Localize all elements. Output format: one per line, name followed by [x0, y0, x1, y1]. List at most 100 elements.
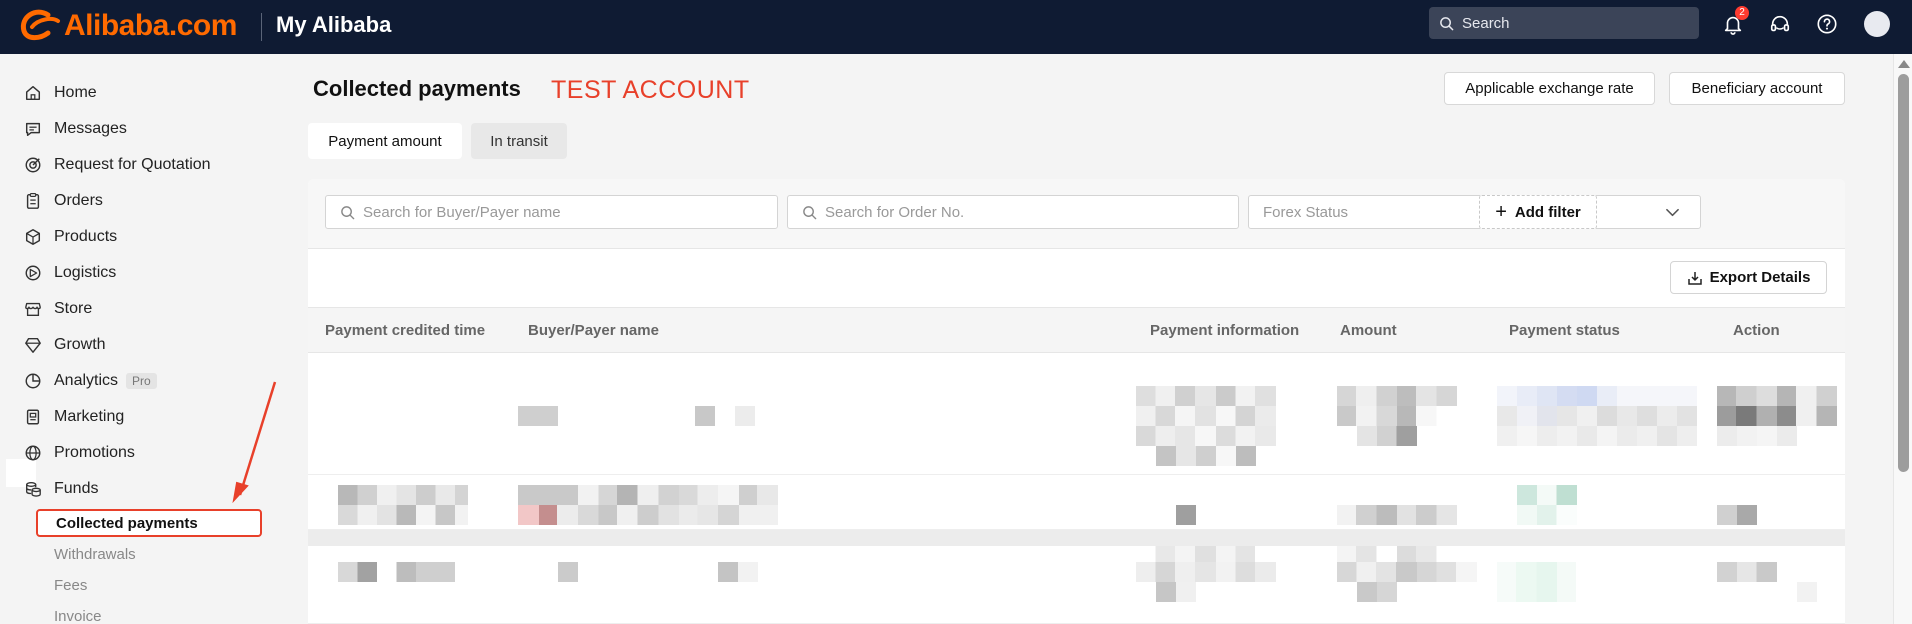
- redacted-block: [1717, 406, 1837, 426]
- redacted-block: [1717, 562, 1777, 582]
- header-divider: [261, 13, 262, 41]
- redacted-block: [338, 505, 468, 525]
- redacted-block: [518, 406, 558, 426]
- beneficiary-account-button[interactable]: Beneficiary account: [1669, 72, 1845, 105]
- redacted-block: [1136, 546, 1276, 562]
- my-alibaba-title[interactable]: My Alibaba: [276, 12, 391, 38]
- redacted-block: [1337, 546, 1457, 562]
- forex-status-select[interactable]: Forex Status: [1248, 195, 1701, 229]
- redacted-block: [518, 485, 778, 505]
- clipboard-icon: [26, 192, 40, 209]
- redacted-block: [1136, 562, 1276, 582]
- redacted-block: [1497, 426, 1697, 446]
- redacted-block: [1497, 406, 1697, 426]
- sidebar-item-label: Home: [54, 84, 97, 101]
- scroll-thumb[interactable]: [1898, 74, 1909, 472]
- sidebar-subitem-collected-payments[interactable]: Collected payments: [36, 509, 262, 537]
- redacted-block: [1717, 505, 1757, 525]
- sidebar-item-rfq[interactable]: Request for Quotation: [24, 147, 254, 183]
- sidebar-item-products[interactable]: Products: [24, 219, 254, 255]
- sidebar-subitem-fees[interactable]: Fees: [54, 571, 87, 599]
- redacted-block: [518, 505, 778, 525]
- search-icon: [1440, 16, 1454, 30]
- sidebar-item-funds[interactable]: Funds: [24, 471, 254, 507]
- sidebar-item-label: Products: [54, 228, 118, 245]
- sidebar-item-label: Growth: [54, 336, 106, 353]
- help-button[interactable]: [1813, 10, 1841, 38]
- sidebar-item-store[interactable]: Store: [24, 291, 254, 327]
- table-row[interactable]: [308, 354, 1845, 475]
- redacted-block: [338, 485, 468, 505]
- support-button[interactable]: [1766, 10, 1794, 38]
- redacted-block: [1136, 426, 1276, 446]
- pro-badge: Pro: [126, 373, 157, 389]
- sidebar-item-marketing[interactable]: Marketing: [24, 399, 254, 435]
- buyer-search-input[interactable]: Search for Buyer/Payer name: [325, 195, 778, 229]
- redacted-block: [1717, 426, 1797, 446]
- diamond-icon: [25, 337, 41, 353]
- export-details-button[interactable]: Export Details: [1670, 261, 1827, 294]
- sidebar-item-promotions[interactable]: Promotions: [24, 435, 254, 471]
- table-row[interactable]: [308, 546, 1845, 624]
- sidebar-subitem-withdrawals[interactable]: Withdrawals: [54, 540, 136, 568]
- redacted-block: [1337, 562, 1477, 582]
- export-icon: [1687, 271, 1702, 285]
- column-header-amount: Amount: [1340, 322, 1397, 339]
- redacted-block: [718, 562, 758, 582]
- search-placeholder: Search: [1462, 14, 1510, 32]
- marketing-icon: [26, 409, 40, 425]
- redacted-block: [695, 406, 715, 426]
- redacted-block: [1156, 582, 1256, 602]
- sidebar-item-label: Analytics: [54, 372, 119, 389]
- redacted-block: [1337, 505, 1457, 525]
- plus-icon: +: [1495, 201, 1507, 223]
- redacted-block: [1136, 406, 1276, 426]
- sidebar-item-home[interactable]: Home: [24, 75, 254, 111]
- add-filter-label: Add filter: [1514, 203, 1581, 221]
- tab-payment-amount[interactable]: Payment amount: [308, 123, 462, 159]
- redacted-block: [1357, 426, 1417, 446]
- sidebar-item-label: Funds: [54, 480, 99, 497]
- sidebar-item-growth[interactable]: Growth: [24, 327, 254, 363]
- payments-card: Search for Buyer/Payer name Search for O…: [308, 179, 1845, 624]
- alibaba-logo-icon: [20, 9, 60, 41]
- sidebar-item-analytics[interactable]: Analytics Pro: [24, 363, 254, 399]
- column-header-payment-status: Payment status: [1509, 322, 1620, 339]
- redacted-block: [1136, 386, 1276, 406]
- add-filter-button[interactable]: + Add filter: [1479, 195, 1597, 229]
- redacted-block: [1717, 386, 1837, 406]
- user-avatar[interactable]: [1864, 11, 1890, 37]
- redacted-block: [1176, 505, 1196, 525]
- redacted-block: [735, 406, 755, 426]
- filter-bar: Search for Buyer/Payer name Search for O…: [308, 179, 1845, 249]
- search-icon: [803, 205, 817, 219]
- scroll-up-arrow[interactable]: [1898, 60, 1910, 68]
- column-header-buyer: Buyer/Payer name: [528, 322, 659, 339]
- table-row[interactable]: [308, 475, 1845, 530]
- alibaba-logo[interactable]: Alibaba.com: [18, 9, 237, 43]
- main-content: Collected payments TEST ACCOUNT Applicab…: [263, 54, 1893, 624]
- redacted-block: [1517, 505, 1577, 525]
- exchange-rate-button[interactable]: Applicable exchange rate: [1444, 72, 1655, 105]
- notification-badge: 2: [1735, 6, 1749, 20]
- notifications-button[interactable]: 2: [1719, 6, 1749, 38]
- order-search-input[interactable]: Search for Order No.: [787, 195, 1239, 229]
- table-header: Payment credited time Buyer/Payer name P…: [308, 307, 1845, 353]
- redacted-block: [338, 562, 468, 582]
- search-icon: [341, 205, 355, 219]
- sidebar-item-orders[interactable]: Orders: [24, 183, 254, 219]
- page-scrollbar[interactable]: [1893, 54, 1912, 624]
- sidebar-item-label: Store: [54, 300, 93, 317]
- sidebar-item-label: Logistics: [54, 264, 117, 281]
- order-search-placeholder: Search for Order No.: [825, 203, 965, 221]
- sidebar-item-logistics[interactable]: Logistics: [24, 255, 254, 291]
- redacted-block: [1517, 485, 1577, 505]
- tab-in-transit[interactable]: In transit: [471, 123, 567, 159]
- box-icon: [25, 229, 41, 245]
- column-header-credited-time: Payment credited time: [325, 322, 486, 339]
- headset-icon: [1770, 15, 1790, 32]
- global-search-input[interactable]: Search: [1429, 7, 1699, 39]
- sidebar-item-messages[interactable]: Messages: [24, 111, 254, 147]
- sidebar-subitem-invoice[interactable]: Invoice: [54, 602, 102, 624]
- pie-chart-icon: [25, 373, 41, 389]
